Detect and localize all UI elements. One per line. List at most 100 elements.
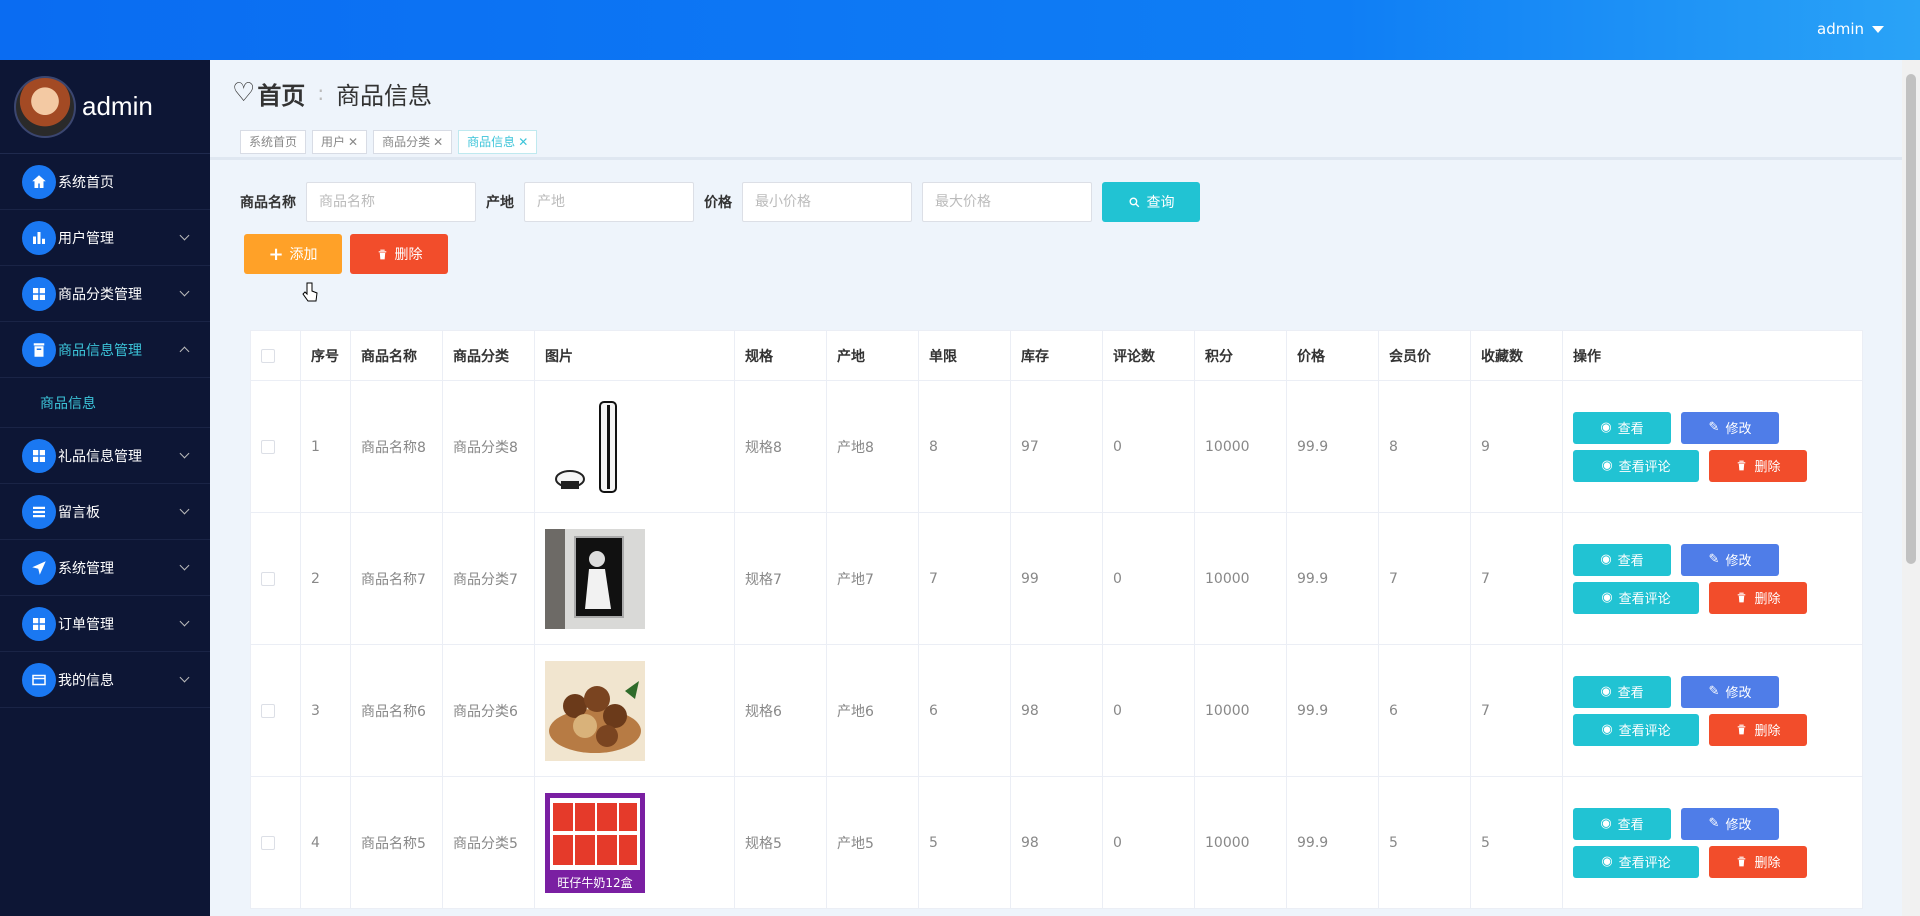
cell-no: 4: [300, 776, 351, 909]
cell-name: 商品名称6: [350, 644, 443, 777]
view-comments-button[interactable]: ◉ 查看评论: [1573, 581, 1699, 614]
product-image-label: 旺仔牛奶12盒: [545, 872, 645, 893]
sidebar-item-users[interactable]: 用户管理: [0, 210, 210, 266]
view-button[interactable]: ◉ 查看: [1573, 675, 1671, 708]
box-icon: [22, 332, 56, 367]
top-bar: admin: [0, 0, 1920, 60]
cell-limit: 5: [918, 776, 1011, 909]
row-delete-button[interactable]: 删除: [1709, 713, 1807, 746]
row-delete-button[interactable]: 删除: [1709, 449, 1807, 482]
cell-comments: 0: [1102, 512, 1195, 645]
cell-stock: 98: [1010, 644, 1103, 777]
tag-goods-info[interactable]: 商品信息 ✕: [458, 129, 538, 154]
row-delete-label: 删除: [1754, 724, 1781, 739]
bar-chart-icon: [22, 220, 56, 255]
user-menu[interactable]: admin: [1817, 20, 1884, 38]
cell-stock: 98: [1010, 776, 1103, 909]
min-price-input[interactable]: [742, 182, 912, 222]
scrollbar[interactable]: [1902, 60, 1920, 916]
row-checkbox[interactable]: [261, 571, 275, 586]
view-comments-button[interactable]: ◉ 查看评论: [1573, 449, 1699, 482]
name-input[interactable]: [306, 182, 476, 222]
breadcrumb-home[interactable]: 首页: [257, 76, 305, 111]
row-delete-button[interactable]: 删除: [1709, 581, 1807, 614]
close-icon[interactable]: ✕: [433, 135, 443, 149]
eye-icon: ◉: [1601, 722, 1613, 737]
tag-users[interactable]: 用户 ✕: [312, 129, 368, 154]
column-header: 图片: [534, 330, 735, 381]
sidebar-item-label: 商品分类管理: [58, 286, 142, 303]
delete-button[interactable]: 删除: [350, 234, 448, 274]
view-button-label: 查看: [1617, 422, 1644, 437]
chevron-down-icon: [179, 504, 190, 515]
tag-home[interactable]: 系统首页: [240, 129, 307, 154]
view-button[interactable]: ◉ 查看: [1573, 543, 1671, 576]
cell-member: 5: [1378, 776, 1471, 909]
close-icon[interactable]: ✕: [348, 135, 358, 149]
view-comments-label: 查看评论: [1618, 856, 1671, 871]
row-delete-button[interactable]: 删除: [1709, 845, 1807, 878]
close-icon[interactable]: ✕: [518, 135, 528, 149]
query-button[interactable]: 查询: [1102, 182, 1200, 222]
trash-icon: [1738, 724, 1746, 735]
sidebar: admin 系统首页 用户管理 商品分类管理 商品信息管理 商品信息 礼品信息管…: [0, 60, 210, 916]
cell-origin: 产地5: [826, 776, 919, 909]
tab-tags: 系统首页 用户 ✕ 商品分类 ✕ 商品信息 ✕: [210, 126, 1902, 160]
cell-image: 旺仔牛奶12盒: [534, 776, 735, 909]
cell-favs: 7: [1470, 512, 1563, 645]
cell-name: 商品名称5: [350, 776, 443, 909]
sidebar-subitem-goods-info[interactable]: 商品信息: [0, 378, 210, 428]
sidebar-item-label: 商品信息管理: [58, 342, 142, 359]
sidebar-item-messages[interactable]: 留言板: [0, 484, 210, 540]
cell-no: 1: [300, 380, 351, 513]
trash-icon: [1738, 592, 1746, 603]
edit-button[interactable]: ✎ 修改: [1681, 543, 1779, 576]
chevron-down-icon: [179, 448, 190, 459]
sidebar-item-system[interactable]: 系统管理: [0, 540, 210, 596]
name-label: 商品名称: [240, 195, 296, 211]
cell-stock: 99: [1010, 512, 1103, 645]
view-comments-button[interactable]: ◉ 查看评论: [1573, 845, 1699, 878]
select-all-checkbox[interactable]: [261, 348, 275, 363]
user-name: admin: [1817, 20, 1864, 38]
tag-category[interactable]: 商品分类 ✕: [373, 129, 453, 154]
column-header: 会员价: [1378, 330, 1471, 381]
cell-member: 7: [1378, 512, 1471, 645]
view-button[interactable]: ◉ 查看: [1573, 807, 1671, 840]
row-delete-label: 删除: [1754, 460, 1781, 475]
sidebar-item-gifts[interactable]: 礼品信息管理: [0, 428, 210, 484]
edit-button[interactable]: ✎ 修改: [1681, 675, 1779, 708]
origin-input[interactable]: [524, 182, 694, 222]
eye-icon: ◉: [1601, 458, 1613, 473]
breadcrumb-separator: :: [317, 81, 325, 105]
row-checkbox[interactable]: [261, 703, 275, 718]
origin-label: 产地: [486, 195, 514, 211]
chevron-down-icon: [179, 616, 190, 627]
sidebar-item-orders[interactable]: 订单管理: [0, 596, 210, 652]
edit-button-label: 修改: [1725, 686, 1752, 701]
sidebar-item-goods[interactable]: 商品信息管理: [0, 322, 210, 378]
sidebar-item-category[interactable]: 商品分类管理: [0, 266, 210, 322]
cell-limit: 7: [918, 512, 1011, 645]
edit-button[interactable]: ✎ 修改: [1681, 411, 1779, 444]
max-price-input[interactable]: [922, 182, 1092, 222]
card-icon: [22, 662, 56, 697]
query-button-label: 查询: [1146, 195, 1175, 211]
cell-origin: 产地8: [826, 380, 919, 513]
eye-icon: ◉: [1600, 420, 1612, 435]
cell-spec: 规格5: [734, 776, 827, 909]
pencil-icon: ✎: [1708, 552, 1720, 567]
edit-button[interactable]: ✎ 修改: [1681, 807, 1779, 840]
view-button[interactable]: ◉ 查看: [1573, 411, 1671, 444]
send-icon: [22, 550, 56, 585]
add-button[interactable]: + 添加: [244, 234, 342, 274]
cell-spec: 规格6: [734, 644, 827, 777]
row-checkbox[interactable]: [261, 439, 275, 454]
plus-icon: +: [268, 243, 284, 265]
view-comments-button[interactable]: ◉ 查看评论: [1573, 713, 1699, 746]
sidebar-item-my-info[interactable]: 我的信息: [0, 652, 210, 708]
row-checkbox[interactable]: [261, 835, 275, 850]
sidebar-item-home[interactable]: 系统首页: [0, 154, 210, 210]
eye-icon: ◉: [1600, 684, 1612, 699]
scrollbar-thumb[interactable]: [1906, 74, 1916, 564]
